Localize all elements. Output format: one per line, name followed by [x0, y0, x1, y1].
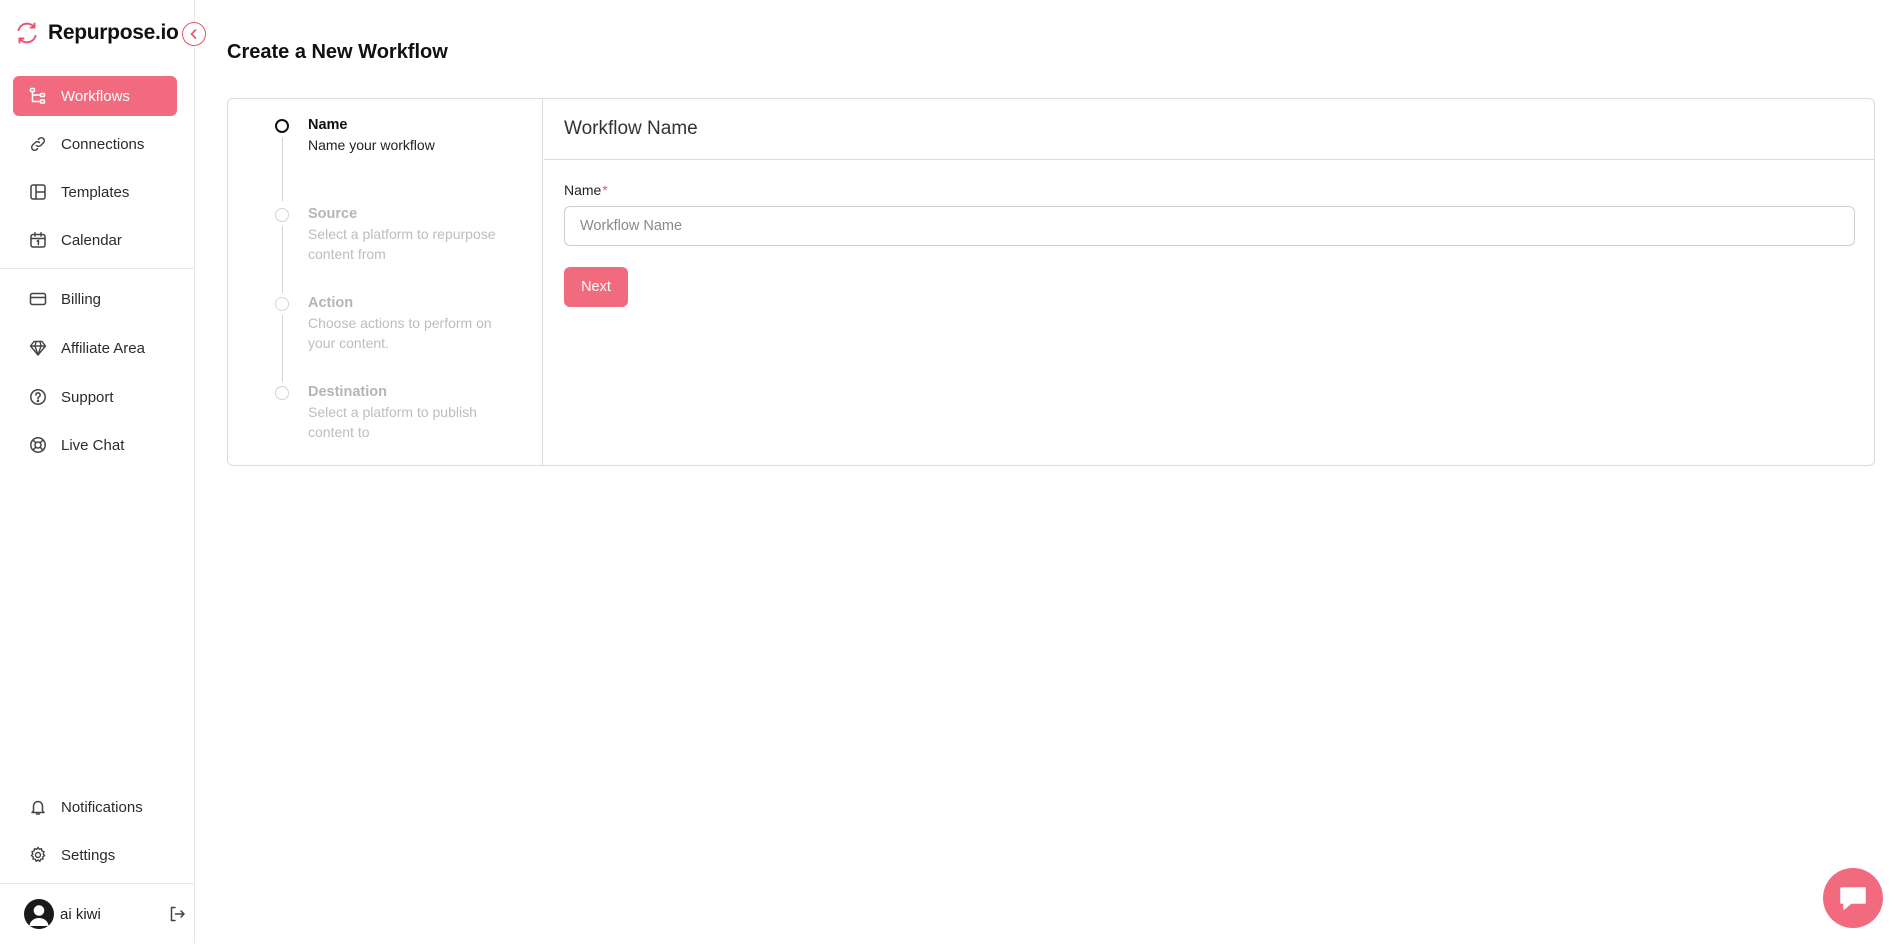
sidebar-item-label: Notifications	[61, 798, 143, 816]
gear-icon	[30, 846, 46, 862]
step-description: Name your workflow	[308, 137, 435, 153]
wizard-step-source[interactable]: Source Select a platform to repurpose co…	[275, 204, 518, 293]
step-indicator-icon	[275, 297, 289, 311]
step-indicator-icon	[275, 208, 289, 222]
form-header: Workflow Name	[544, 99, 1874, 160]
wizard-step-action[interactable]: Action Choose actions to perform on your…	[275, 293, 518, 382]
next-button[interactable]: Next	[564, 267, 628, 307]
refresh-arrows-icon	[17, 22, 37, 44]
chat-bubble-icon	[1840, 887, 1866, 910]
wizard-steps: Name Name your workflow Source Select a …	[228, 99, 543, 465]
sidebar-item-label: Affiliate Area	[61, 339, 145, 357]
calendar-icon	[30, 232, 46, 248]
sidebar-item-label: Settings	[61, 846, 116, 864]
wizard-step-name[interactable]: Name Name your workflow	[275, 115, 518, 201]
step-indicator-icon	[275, 119, 289, 133]
user-profile[interactable]: ai kiwi	[24, 898, 186, 930]
step-title: Source	[308, 206, 358, 222]
sidebar-collapse-button[interactable]	[182, 22, 206, 46]
sidebar-item-support[interactable]: Support	[13, 377, 177, 417]
wizard-step-destination[interactable]: Destination Select a platform to publish…	[275, 382, 518, 442]
link-icon	[30, 136, 46, 152]
page-title: Create a New Workflow	[227, 41, 448, 63]
chevron-left-icon	[190, 29, 197, 39]
brand-name: Repurpose.io	[48, 21, 179, 44]
sidebar: Repurpose.io Workflows Connections Templ…	[0, 0, 195, 943]
step-connector	[282, 137, 283, 201]
sidebar-item-notifications[interactable]: Notifications	[13, 787, 177, 827]
name-field-label: Name*	[564, 182, 608, 198]
step-description: Choose actions to perform on your conten…	[308, 315, 492, 351]
workflow-wizard-card: Name Name your workflow Source Select a …	[227, 98, 1875, 466]
user-avatar-icon	[24, 899, 54, 929]
sidebar-item-calendar[interactable]: Calendar	[13, 220, 177, 260]
step-indicator-icon	[275, 386, 289, 400]
sidebar-item-label: Templates	[61, 183, 130, 201]
workflow-icon	[29, 87, 46, 104]
step-connector	[282, 226, 283, 293]
sidebar-item-label: Support	[61, 388, 114, 406]
name-label-text: Name	[564, 182, 602, 198]
workflow-name-input[interactable]	[564, 206, 1855, 246]
sidebar-item-settings[interactable]: Settings	[13, 835, 177, 875]
sidebar-item-live-chat[interactable]: Live Chat	[13, 425, 177, 465]
brand[interactable]: Repurpose.io	[14, 18, 179, 48]
step-connector	[282, 315, 283, 382]
sidebar-item-templates[interactable]: Templates	[13, 172, 177, 212]
help-circle-icon	[30, 389, 46, 405]
sidebar-item-label: Live Chat	[61, 436, 125, 454]
required-marker: *	[602, 182, 608, 198]
sidebar-item-label: Billing	[61, 290, 102, 308]
sidebar-item-billing[interactable]: Billing	[13, 279, 177, 319]
bell-icon	[31, 800, 45, 815]
step-title: Action	[308, 295, 354, 311]
chat-widget-button[interactable]	[1823, 868, 1883, 928]
step-title: Destination	[308, 384, 387, 400]
sidebar-item-affiliate-area[interactable]: Affiliate Area	[13, 328, 177, 368]
sidebar-item-label: Connections	[61, 135, 145, 153]
user-name: ai kiwi	[60, 905, 101, 923]
step-description: Select a platform to repurpose content f…	[308, 226, 496, 262]
sidebar-item-workflows[interactable]: Workflows	[13, 76, 177, 116]
life-buoy-icon	[30, 437, 46, 453]
step-description: Select a platform to publish content to	[308, 404, 477, 440]
layout-icon	[30, 184, 46, 200]
diamond-icon	[29, 340, 47, 356]
step-title: Name	[308, 117, 348, 133]
sidebar-item-connections[interactable]: Connections	[13, 124, 177, 164]
credit-card-icon	[29, 292, 47, 306]
sidebar-item-label: Workflows	[61, 87, 130, 105]
sidebar-divider	[0, 883, 194, 884]
sidebar-item-label: Calendar	[61, 231, 122, 249]
logout-icon[interactable]	[168, 905, 186, 923]
sidebar-divider	[0, 268, 194, 269]
